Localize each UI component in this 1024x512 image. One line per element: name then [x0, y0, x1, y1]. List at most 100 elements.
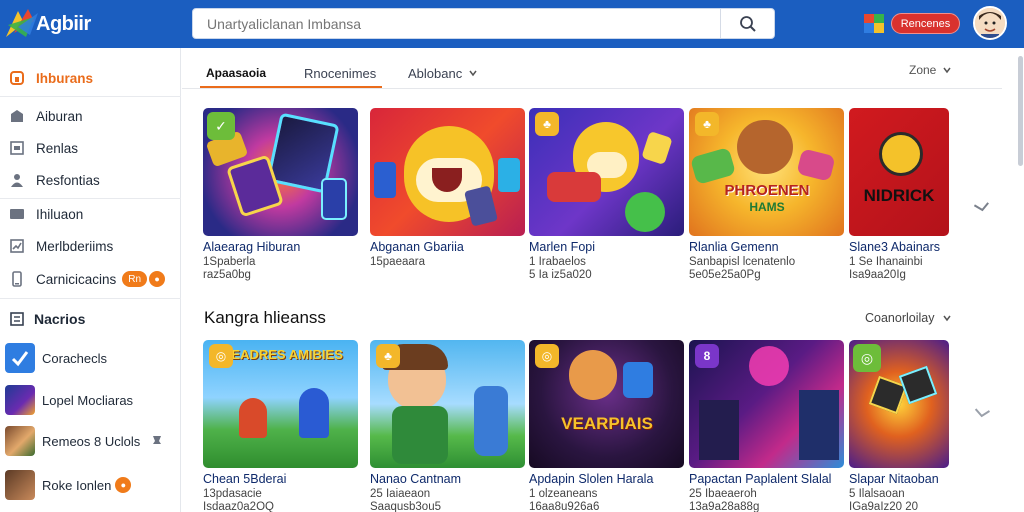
sidebar-game-item[interactable]: Lopel Mocliaras: [5, 384, 181, 416]
game-meta: 13a9a28a88g: [689, 501, 760, 512]
sort-dropdown[interactable]: Zone: [909, 63, 952, 77]
game-meta: 5e05e25a0Pg: [689, 269, 761, 281]
sidebar-item-label: Resfontias: [36, 172, 100, 188]
game-title: Rlanlia Gemenn: [689, 240, 779, 254]
person-icon: [8, 171, 26, 189]
arrow-right-icon: [974, 202, 989, 212]
sidebar-section-label: Nacrios: [34, 311, 86, 327]
game-title: Slane3 Abainars: [849, 240, 941, 254]
game-card[interactable]: VEARPIAIS ◎ Apdapin Slolen Harala 1 olze…: [529, 340, 684, 512]
game-meta: 1 Irabaelos: [529, 256, 586, 268]
game-card[interactable]: ◎ Slapar Nitaoban 5 Ilalsaoan IGa9aIz20 …: [849, 340, 949, 512]
sidebar-game-label: Lopel Mocliaras: [42, 392, 134, 408]
search-button[interactable]: [720, 9, 774, 38]
logo-icon: [6, 9, 38, 37]
logo-text: Agbiir: [36, 12, 91, 35]
sidebar-game-item[interactable]: Corachecls: [5, 342, 181, 374]
game-art-text: NIDRICK: [863, 186, 935, 205]
game-card[interactable]: NIDRICK Slane3 Abainars 1 Se Ihanainbi I…: [849, 108, 949, 281]
sidebar-game-label: Roke Ionlen: [42, 477, 112, 493]
header-action-button[interactable]: Rencenes: [891, 13, 960, 34]
avatar-face-icon: [975, 8, 1005, 38]
game-meta: raz5a0bg: [203, 269, 251, 281]
game-meta: 1 Se Ihanainbi: [849, 256, 923, 268]
sidebar-item-store[interactable]: Aiburan: [0, 100, 181, 132]
game-title: Alaearag Hiburan: [203, 240, 301, 254]
tab-recommended[interactable]: Rnocenimes: [298, 58, 402, 88]
game-art-text: WEADRES AMIBIES: [219, 347, 343, 362]
alert-dot-icon: ●: [115, 477, 132, 493]
game-card[interactable]: ♣ Nanao Cantnam 25 Iaiaeaon Saaqusb3ou5: [370, 340, 525, 512]
chevron-down-icon: [943, 67, 951, 74]
game-meta: Isa9aa20Ig: [849, 269, 906, 281]
sidebar-game-item[interactable]: Remeos 8 Uclols: [5, 425, 181, 457]
section-more-label: Coanorloilay: [865, 311, 935, 325]
game-art: WEADRES AMIBIES ◎: [203, 340, 358, 468]
top-bar: Agbiir Rencenes: [0, 0, 1024, 48]
game-thumbnail: [5, 426, 35, 456]
game-meta: 25 Ibaeaeroh: [689, 488, 757, 500]
search-input[interactable]: [193, 9, 720, 38]
game-badge-icon: ✓: [207, 112, 235, 140]
arrow-right-icon: [974, 408, 990, 418]
game-art: ◎: [849, 340, 949, 468]
tab-bar: Apaasaoia Rnocenimes Ablobanc: [200, 58, 478, 88]
sidebar-item-home[interactable]: Ihburans: [0, 62, 181, 94]
section-title: Kangra hlieanss: [204, 308, 326, 327]
sidebar-item-label: Ihburans: [36, 70, 94, 86]
game-card[interactable]: ✓ Alaearag Hiburan 1Spaberla raz5a0bg: [203, 108, 358, 281]
game-art-text: HAMS: [749, 200, 785, 214]
app-logo[interactable]: Agbiir: [4, 5, 91, 43]
chart-icon: [8, 237, 26, 255]
divider: [0, 96, 181, 97]
search-bar[interactable]: [192, 8, 775, 39]
flag-icon[interactable]: [864, 14, 884, 33]
game-meta: 16aa8u926a6: [529, 501, 600, 512]
sidebar-item-person[interactable]: Resfontias: [0, 164, 181, 196]
game-art: [370, 108, 525, 236]
sidebar-item-label: Merlbderiims: [36, 238, 114, 254]
sidebar-game-label: Remeos 8 Uclols: [42, 433, 141, 449]
game-meta: 13pdasacie: [203, 488, 262, 500]
scrollbar[interactable]: [1018, 56, 1023, 166]
game-card[interactable]: WEADRES AMIBIES ◎ Chean 5Bderai 13pdasac…: [203, 340, 358, 512]
game-card[interactable]: PHROENEN HAMS ♣ Rlanlia Gemenn Sanbapisl…: [689, 108, 844, 281]
sidebar: Ihburans Aiburan Renlas Resfontias Ihilu…: [0, 48, 181, 512]
sort-label: Zone: [909, 63, 937, 77]
game-art: ♣: [529, 108, 684, 236]
store-icon: [8, 107, 26, 125]
user-avatar[interactable]: [973, 6, 1007, 40]
game-meta: 15paeaara: [370, 256, 425, 268]
game-card[interactable]: 8 Papactan Paplalent Slalal 25 Ibaeaeroh…: [689, 340, 844, 512]
game-card[interactable]: ♣ Marlen Fopi 1 Irabaelos 5 Ia iz5a020: [529, 108, 684, 281]
game-badge-icon: ♣: [695, 112, 719, 136]
game-meta: 5 Ilalsaoan: [849, 488, 905, 500]
game-title: Papactan Paplalent Slalal: [689, 472, 832, 486]
game-art-text: PHROENEN: [724, 182, 810, 199]
divider: [0, 298, 181, 299]
search-icon: [739, 15, 756, 32]
section-more-link[interactable]: Coanorloilay: [865, 311, 952, 325]
sidebar-game-item[interactable]: Roke Ionlen ●: [5, 469, 181, 501]
carousel-next-button[interactable]: [974, 200, 990, 216]
pin-icon[interactable]: [150, 434, 164, 448]
game-card[interactable]: Abganan Gbariia 15paeaara: [370, 108, 525, 269]
game-meta: 5 Ia iz5a020: [529, 269, 592, 281]
tab-featured[interactable]: Apaasaoia: [200, 58, 298, 88]
tab-category[interactable]: Ablobanc: [402, 58, 478, 88]
game-meta: 1 olzeaneans: [529, 488, 598, 500]
sidebar-item-window[interactable]: Renlas: [0, 132, 181, 164]
game-meta: Isdaaz0a2OQ: [203, 501, 274, 512]
sidebar-item-chart[interactable]: Merlbderiims: [0, 230, 181, 262]
chevron-down-icon: [469, 70, 477, 77]
carousel-next-button[interactable]: [974, 406, 990, 422]
game-title: Abganan Gbariia: [370, 240, 464, 254]
sidebar-game-label: Corachecls: [42, 350, 108, 366]
game-badge-icon: ◎: [853, 344, 881, 372]
game-title: Nanao Cantnam: [370, 472, 462, 486]
game-badge-icon: 8: [695, 344, 719, 368]
sidebar-item-phone[interactable]: Carnicicacins Rn ●: [0, 263, 181, 295]
sidebar-item-display[interactable]: Ihiluaon: [0, 198, 181, 230]
game-thumbnail: [5, 385, 35, 415]
notification-badge: Rn: [122, 271, 148, 287]
